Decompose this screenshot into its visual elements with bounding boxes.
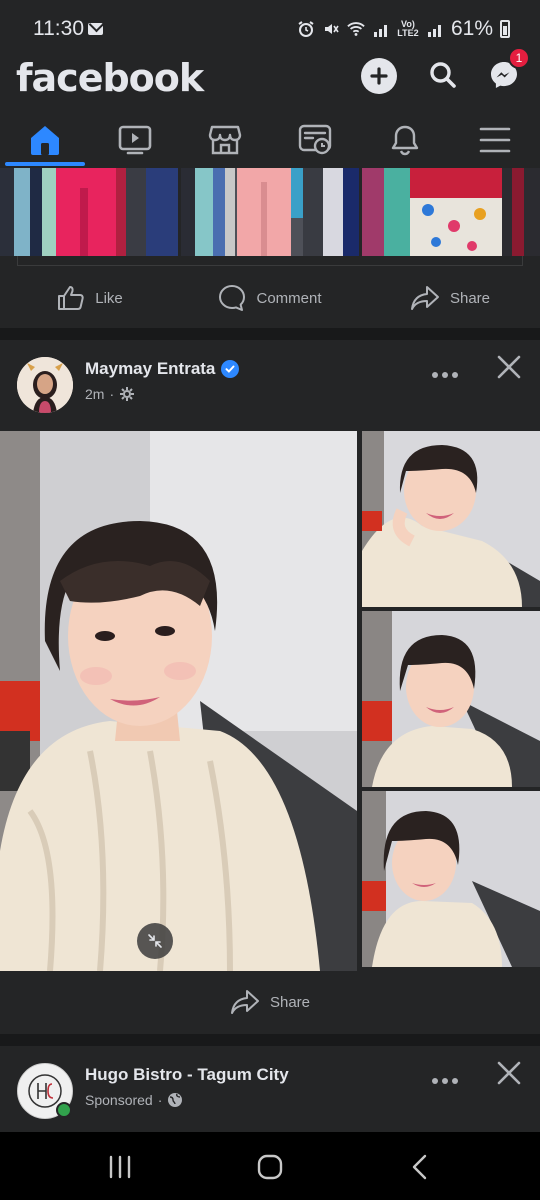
sponsored-post-card: Hugo Bistro - Tagum City Sponsored · [0,1046,540,1132]
home-button[interactable] [255,1154,285,1180]
post-time[interactable]: 2m [85,386,104,402]
share-icon [230,990,259,1014]
like-button[interactable]: Like [0,285,180,311]
sponsored-label[interactable]: Sponsored [85,1092,153,1108]
mute-icon [324,24,339,34]
share-icon [410,286,439,310]
tab-marketplace[interactable] [180,112,270,168]
recent-apps-button[interactable] [105,1154,135,1180]
previous-post-actions: Like Comment Share [0,278,540,318]
app-header: facebook 1 [0,47,540,168]
globe-icon [168,1093,183,1107]
post-share-label: Share [269,993,311,1011]
more-options-icon [432,372,458,378]
post-photo-side-3[interactable] [362,791,540,967]
post-meta: 2m · [85,386,135,402]
comment-label: Comment [256,289,322,307]
hide-sponsored-button[interactable] [496,1060,522,1086]
marketplace-icon [208,125,242,155]
author-avatar[interactable] [17,357,73,413]
online-status-indicator [56,1102,72,1118]
recent-apps-icon [109,1155,131,1179]
like-icon [58,286,84,310]
tab-home[interactable] [0,112,90,168]
video-icon [118,125,152,155]
settings-gear-icon [120,387,135,401]
tab-video[interactable] [90,112,180,168]
post-photo-side-2[interactable] [362,611,540,787]
tab-feeds[interactable] [270,112,360,168]
clothing-photo-3[interactable] [362,168,540,256]
feed-separator [0,328,540,340]
status-bar: 11:30 Vo) LTE2 61% [0,0,540,56]
verified-badge-icon [221,360,240,378]
sponsored-options-button[interactable] [432,1066,458,1092]
home-icon [31,126,59,155]
tab-menu[interactable] [450,112,540,168]
back-button[interactable] [405,1154,435,1180]
post-author-name[interactable]: Maymay Entrata [85,359,215,379]
tab-bar [0,112,540,168]
tab-notifications[interactable] [360,112,450,168]
facebook-logo[interactable]: facebook [16,56,204,100]
post-photo-side-1[interactable] [362,431,540,607]
system-nav-bar [0,1132,540,1200]
post-actions: Share [0,984,540,1020]
close-icon [497,355,521,379]
home-circle-icon [257,1154,283,1180]
previous-post: Like Comment Share [0,168,540,328]
wifi-icon [347,22,365,36]
post-options-button[interactable] [432,360,458,386]
bell-icon [391,125,419,156]
messenger-button[interactable]: 1 [485,47,530,94]
search-icon [430,62,456,88]
like-label: Like [95,289,123,307]
share-label: Share [449,289,491,307]
share-button[interactable]: Share [360,285,540,311]
previous-post-photos [0,168,540,256]
meta-separator: · [157,1092,163,1108]
post-photo-main[interactable] [0,431,357,971]
active-tab-indicator [5,162,85,166]
post-share-button[interactable]: Share [0,989,540,1015]
status-time: 11:30 [33,17,84,40]
clothing-photo-1[interactable] [0,168,178,256]
feeds-icon [298,124,332,155]
more-options-icon [432,1078,458,1084]
hamburger-menu-icon [479,127,511,153]
sponsored-meta: Sponsored · [85,1092,183,1108]
collapse-media-button[interactable] [137,923,173,959]
status-icons: Vo) LTE2 61% [297,17,510,41]
clothing-photo-2[interactable] [181,168,359,256]
signal-icon [373,25,387,37]
sponsor-name[interactable]: Hugo Bistro - Tagum City [85,1065,289,1085]
post-author[interactable]: Maymay Entrata [85,359,240,379]
mail-icon [88,23,103,35]
plus-icon [370,67,388,85]
battery-percent: 61% [450,17,493,40]
feed-separator-2 [0,1034,540,1046]
post-card: Maymay Entrata 2m · Share [0,340,540,1034]
close-icon [497,1061,521,1085]
network-label: Vo) LTE2 [397,19,419,38]
battery-icon [500,20,510,38]
comment-icon [219,285,246,311]
collapse-icon [148,934,162,948]
back-chevron-icon [412,1154,427,1180]
signal-icon-2 [427,25,441,37]
create-button[interactable] [361,58,397,94]
comment-button[interactable]: Comment [180,284,360,312]
hide-post-button[interactable] [496,354,522,380]
meta-separator: · [109,386,115,402]
search-button[interactable] [424,56,462,94]
alarm-icon [298,21,314,37]
messenger-badge: 1 [508,47,530,69]
